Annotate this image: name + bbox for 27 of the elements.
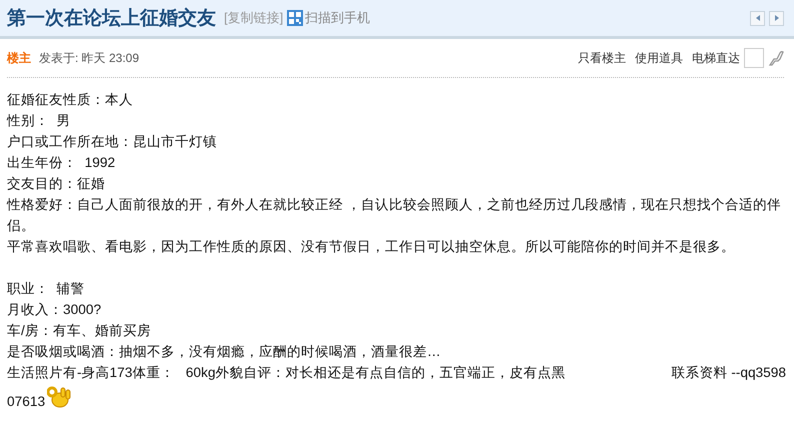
post-text: 是否吸烟或喝酒：抽烟不多，没有烟瘾，应酬的时候喝酒，酒量很差… [7,343,442,361]
post-time: 发表于: 昨天 23:09 [39,50,140,66]
left-triangle-icon [754,14,760,22]
ok-hand-icon [47,386,71,408]
post-text: 性别： 男 [7,112,72,130]
action-link[interactable]: 只看楼主 [578,50,626,66]
post-text: 征婚征友性质：本人 [7,91,134,109]
jump-label: 电梯直达 [692,50,740,66]
post-text: 车/房：有车、婚前买房 [7,322,152,340]
post-text: 职业： 辅警 [7,280,86,298]
right-triangle-icon [774,14,780,22]
post-text: 平常喜欢唱歌、看电影，因为工作性质的原因、没有节假日，工作日可以抽空休息。所以可能陪你的时间并不是很多。 [7,238,736,256]
post-text: 交友目的：征婚 [7,175,106,193]
post-text: 户口或工作所在地：昆山市千灯镇 [7,133,218,151]
post-text: 生活照片有-身高173体重： 60kg外貌自评：对长相还是有点自信的，五官端正，皮有点黑 [7,364,566,382]
post-text: 出生年份： 1992 [7,154,116,172]
post-text: 月收入：3000? [7,301,102,319]
thread-title: 第一次在论坛上征婚交友 [7,6,216,31]
author-label: 楼主 [7,50,31,66]
contact-text: 联系资料 --qq3598 [671,364,786,382]
floor-input-field[interactable] [744,48,764,68]
action-link[interactable]: 使用道具 [635,50,683,66]
post-text: 性格爱好：自己人面前很放的开，有外人在就比较正经 ，自认比较会照顾人，之前也经历过几段感情，现在只想找个合适的伴侣。 [7,196,782,235]
next-button[interactable] [769,10,784,26]
previous-button[interactable] [750,10,765,26]
contact-text: 07613 [7,394,46,409]
qr-code-icon[interactable] [287,10,304,26]
